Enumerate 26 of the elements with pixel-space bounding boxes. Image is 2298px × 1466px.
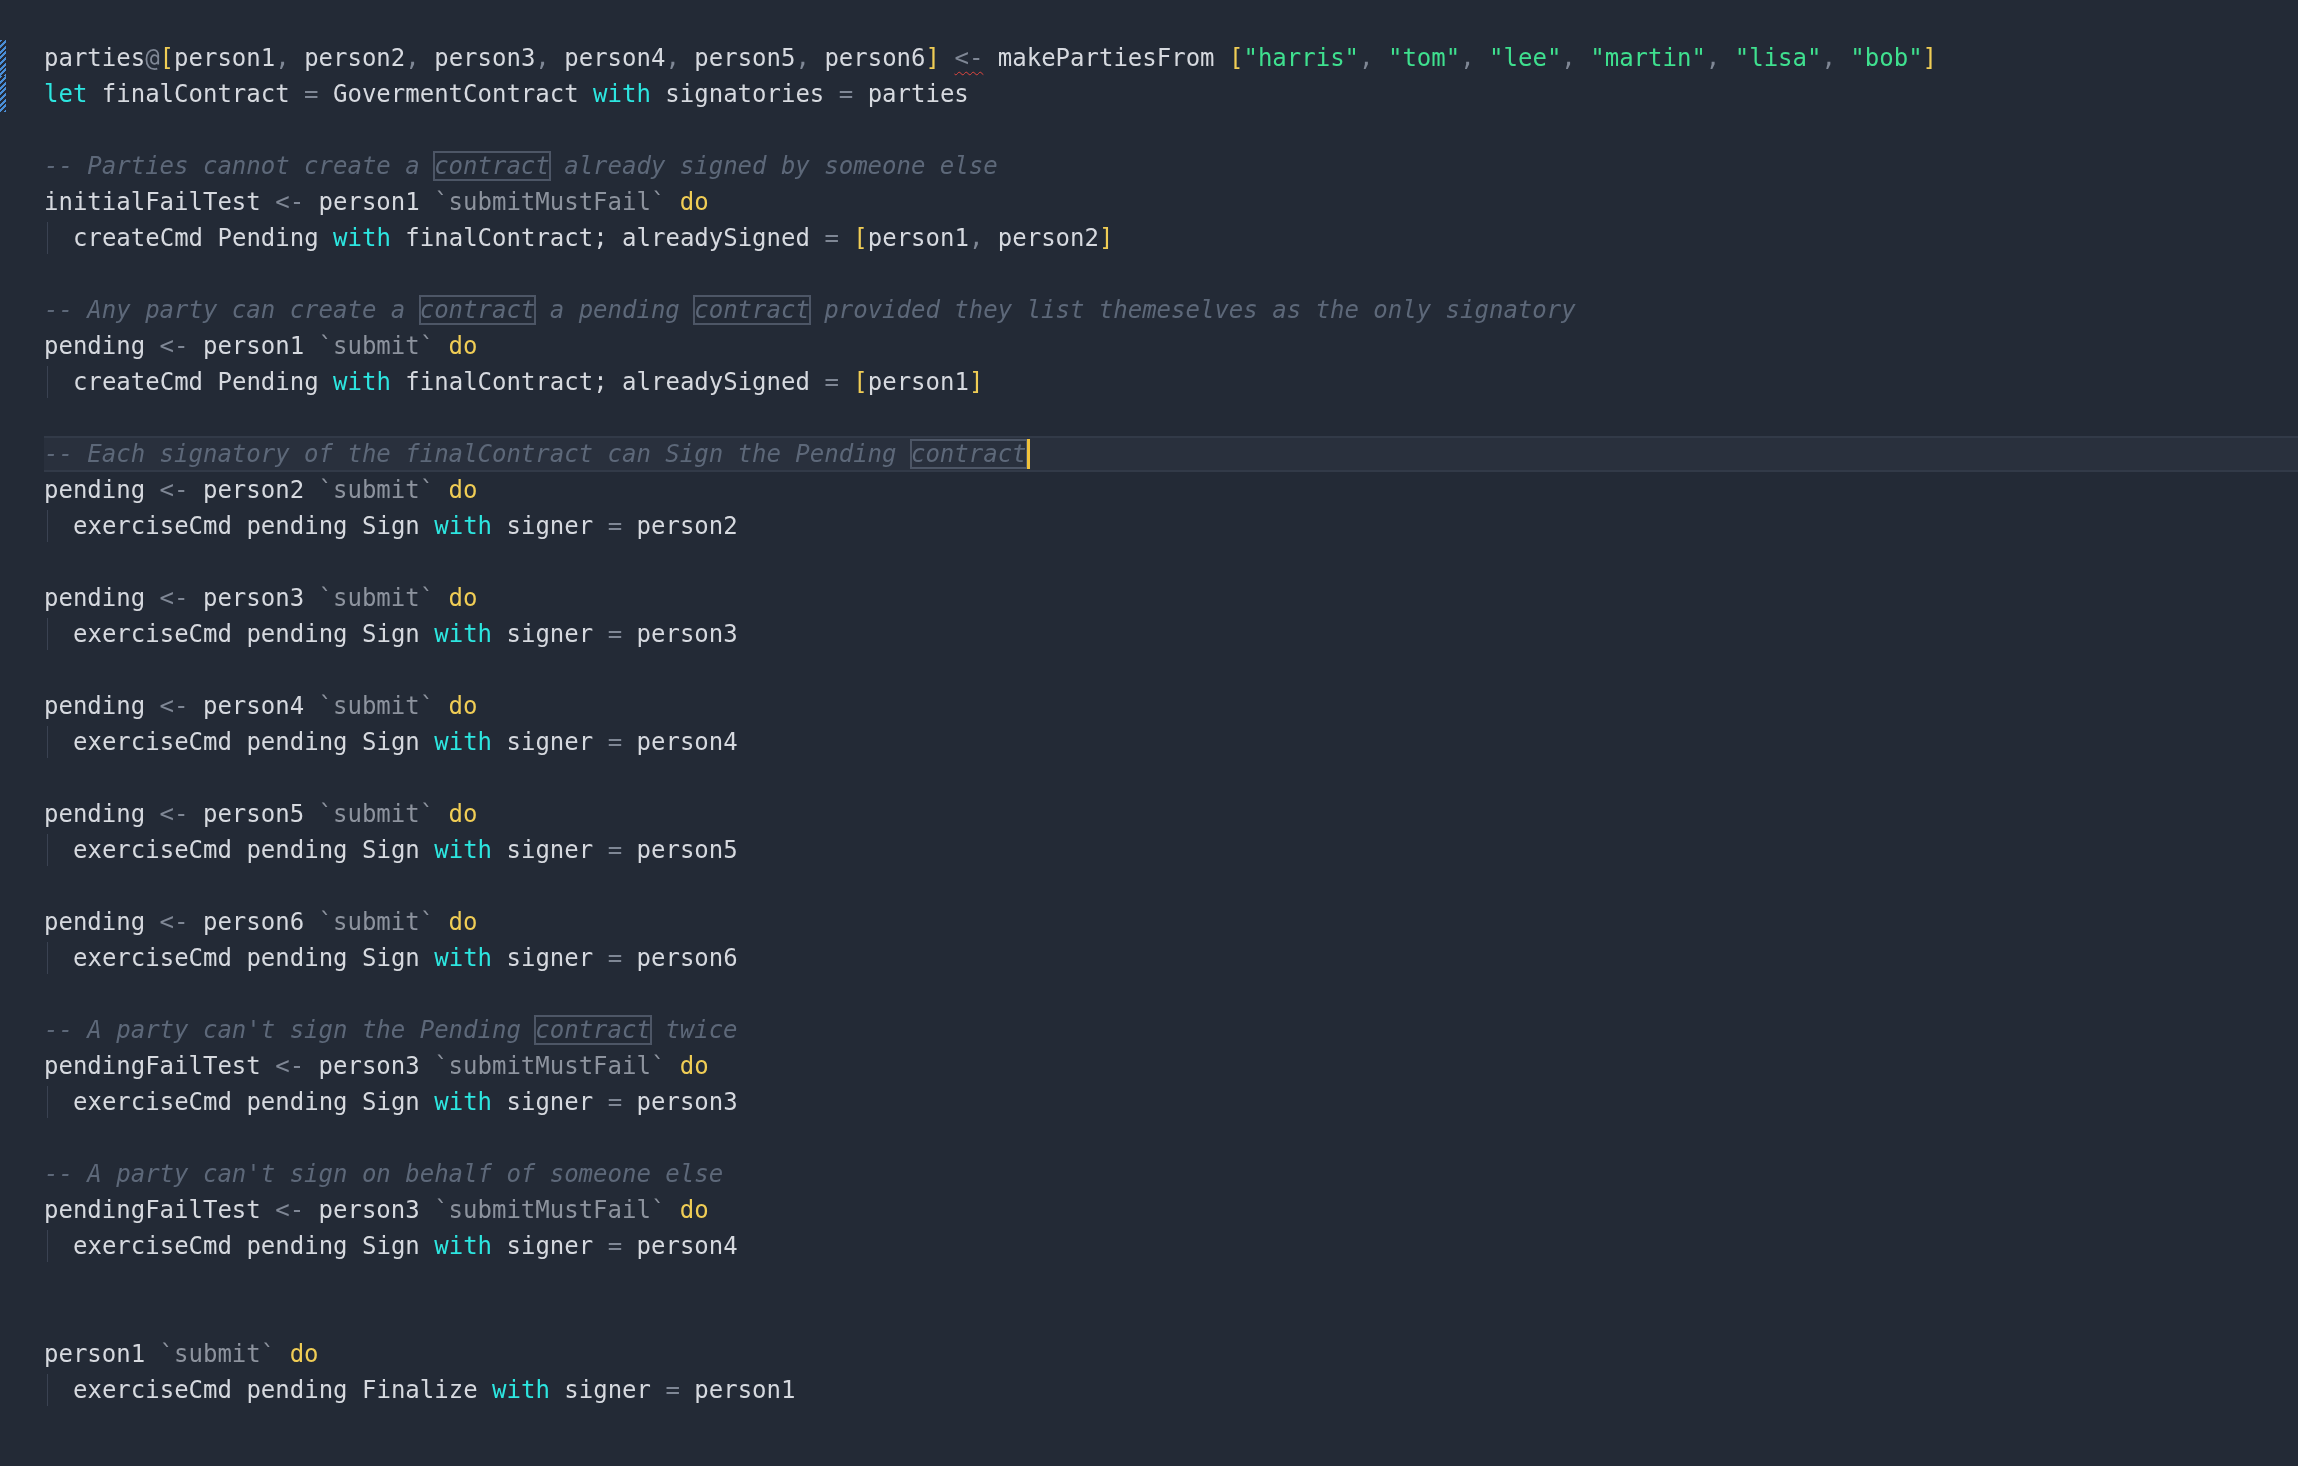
- code-line: -- Parties cannot create a contract already signed by someone else: [44, 151, 998, 182]
- code-line: pendingFailTest <- person3 `submitMustFail` do: [44, 1195, 709, 1226]
- code-line: exerciseCmd pending Sign with signer = person4: [44, 1228, 738, 1264]
- code-line: exerciseCmd pending Sign with signer = person2: [44, 508, 738, 544]
- code-line: -- Any party can create a contract a pending contract provided they list themeselves as the only signatory: [44, 295, 1576, 326]
- code-line: exerciseCmd pending Sign with signer = person4: [44, 724, 738, 760]
- code-line: createCmd Pending with finalContract; alreadySigned = [person1, person2]: [44, 220, 1114, 256]
- code-line: exerciseCmd pending Sign with signer = person5: [44, 832, 738, 868]
- code-line: person1 `submit` do: [44, 1339, 319, 1370]
- code-line: parties@[person1, person2, person3, person4, person5, person6] <- makePartiesFrom ["harris", "tom", "lee", "martin", "lisa", "bob"]: [44, 43, 1938, 74]
- code-line: pending <- person6 `submit` do: [44, 907, 478, 938]
- code-line: createCmd Pending with finalContract; alreadySigned = [person1]: [44, 364, 984, 400]
- code-line: exerciseCmd pending Sign with signer = person6: [44, 940, 738, 976]
- code-line: pending <- person3 `submit` do: [44, 583, 478, 614]
- code-line: pending <- person2 `submit` do: [44, 475, 478, 506]
- code-line: pending <- person1 `submit` do: [44, 331, 478, 362]
- code-line: exerciseCmd pending Sign with signer = person3: [44, 1084, 738, 1120]
- code-line: -- A party can't sign on behalf of someone else: [44, 1159, 724, 1190]
- code-line: pending <- person5 `submit` do: [44, 799, 478, 830]
- code-line: exerciseCmd pending Sign with signer = person3: [44, 616, 738, 652]
- code-line: -- A party can't sign the Pending contract twice: [44, 1015, 738, 1046]
- code-line: exerciseCmd pending Finalize with signer = person1: [44, 1372, 796, 1408]
- code-line: pendingFailTest <- person3 `submitMustFail` do: [44, 1051, 709, 1082]
- code-line: pending <- person4 `submit` do: [44, 691, 478, 722]
- code-line: let finalContract = GovermentContract with signatories = parties: [44, 79, 969, 110]
- code-line: initialFailTest <- person1 `submitMustFail` do: [44, 187, 709, 218]
